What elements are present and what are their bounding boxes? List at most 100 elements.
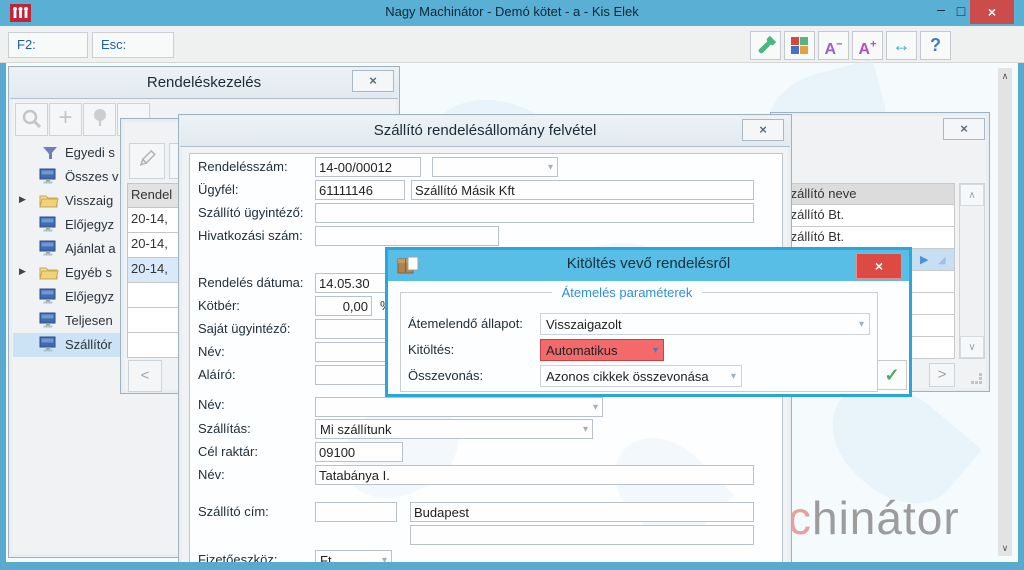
grid-row-selected[interactable]: 20-14,	[127, 258, 182, 283]
dialog-title: Szállító rendelésállomány felvétel	[373, 122, 597, 139]
resize-grip[interactable]	[971, 373, 983, 385]
scroll-up-icon[interactable]: ∧	[998, 68, 1012, 84]
dialog-close-button[interactable]: ×	[742, 119, 784, 141]
resize-button[interactable]: ↔	[886, 31, 917, 60]
allapot-label: Átemelendő állapot:	[408, 316, 523, 331]
side-panel-close-button[interactable]: ×	[943, 118, 985, 140]
szallitas-label: Szállítás:	[198, 421, 251, 436]
panel-close-button[interactable]: ×	[352, 70, 394, 92]
alairo-label: Aláíró:	[198, 367, 236, 382]
szallito-cim-label: Szállító cím:	[198, 504, 269, 519]
main-vertical-scrollbar[interactable]: ∧ ∨	[998, 68, 1012, 556]
folder-icon	[39, 264, 59, 283]
kotber-input[interactable]	[315, 296, 372, 316]
ugyfel-kod-input[interactable]	[315, 180, 405, 200]
grid-row-empty[interactable]	[127, 283, 182, 308]
main-toolbar: F2: Keresés Esc: Kilépés A− A+ ↔ ?	[0, 26, 1024, 76]
search-f2-button[interactable]: F2: Keresés	[8, 32, 88, 76]
font-decrease-button[interactable]: A−	[818, 31, 849, 60]
grid-row[interactable]: 20-14,	[127, 233, 182, 258]
scroll-right-button[interactable]: >	[929, 363, 955, 387]
cel-raktar-label: Cél raktár:	[198, 444, 258, 459]
supplier-column-header[interactable]: Szállító neve	[777, 183, 955, 205]
wrench-icon	[755, 35, 777, 61]
kitoltes-combo[interactable]: Automatikus ▾	[540, 339, 664, 361]
help-icon: ?	[930, 35, 941, 55]
szallitas-combo[interactable]: Mi szállítunk ▾	[315, 419, 593, 439]
edit-button[interactable]	[129, 143, 165, 179]
monitor-icon	[39, 336, 58, 356]
cim-utca-input[interactable]	[410, 525, 754, 545]
panel-tree-button[interactable]	[83, 103, 116, 136]
grid-column-header[interactable]: Rendel	[127, 183, 182, 208]
folder-icon	[39, 192, 59, 211]
scroll-down-icon[interactable]: ∨	[960, 336, 984, 358]
expander-icon[interactable]: ▶	[19, 266, 26, 277]
modules-button[interactable]	[784, 31, 815, 60]
ugyfel-label: Ügyfél:	[198, 182, 239, 197]
chevron-down-icon: ▾	[592, 401, 598, 413]
tiles-icon	[791, 37, 808, 54]
chevron-down-icon: ▾	[730, 370, 736, 382]
scroll-left-button[interactable]: <	[128, 360, 162, 392]
allapot-combo[interactable]: Visszaigazolt ▾	[540, 313, 870, 335]
supplier-row[interactable]: Szállító Bt.	[777, 227, 955, 249]
panel-search-button[interactable]	[15, 103, 48, 136]
title-bar: Nagy Machinátor - Demó kötet - a - Kis E…	[0, 0, 1024, 26]
cim-irsz-input[interactable]	[315, 502, 397, 522]
confirm-button[interactable]: ✓	[877, 360, 907, 390]
scroll-up-icon[interactable]: ∧	[960, 184, 984, 206]
expander-icon[interactable]: ▶	[19, 194, 26, 205]
grid-row-empty[interactable]	[127, 308, 182, 333]
kotber-label: Kötbér:	[198, 298, 240, 313]
szallito-ugyintezo-label: Szállító ügyintéző:	[198, 205, 304, 220]
font-larger-icon: A+	[858, 39, 877, 59]
fill-dialog-title: Kitöltés vevő rendelésről	[566, 255, 731, 272]
nev3-input[interactable]	[315, 465, 754, 485]
hivatkozasi-label: Hivatkozási szám:	[198, 228, 303, 243]
f2-key-label: F2:	[17, 37, 36, 52]
search-icon	[21, 109, 43, 134]
kitoltes-label: Kitöltés:	[408, 342, 455, 357]
cim-varos-input[interactable]	[410, 502, 754, 522]
nev2-combo[interactable]: ▾	[315, 397, 603, 417]
supplier-list-scrollbar[interactable]: ∧ ∨	[959, 183, 985, 359]
cel-raktar-input[interactable]	[315, 442, 403, 462]
window-title: Nagy Machinátor - Demó kötet - a - Kis E…	[385, 4, 639, 19]
play-icon: ▶	[920, 254, 929, 266]
rendelesszam-input[interactable]	[315, 157, 421, 177]
font-smaller-icon: A−	[824, 39, 843, 59]
chevron-down-icon: ▾	[582, 423, 588, 435]
maximize-button[interactable]: □	[952, 3, 970, 19]
rendelesszam-combo[interactable]: ▾	[432, 157, 558, 177]
help-button[interactable]: ?	[920, 31, 951, 60]
panel-header: Rendeléskezelés ×	[10, 68, 398, 99]
application-window: Nagy Machinátor - Demó kötet - a - Kis E…	[0, 0, 1024, 570]
corner-icon: ◢	[938, 255, 946, 266]
font-increase-button[interactable]: A+	[852, 31, 883, 60]
exit-esc-button[interactable]: Esc: Kilépés	[92, 32, 174, 76]
grid-row-empty[interactable]	[127, 333, 182, 358]
fill-dialog-close-button[interactable]: ×	[856, 253, 902, 279]
chevron-down-icon: ▾	[547, 161, 553, 173]
hivatkozasi-input[interactable]	[315, 226, 499, 246]
scroll-down-icon[interactable]: ∨	[998, 540, 1012, 556]
settings-button[interactable]	[750, 31, 781, 60]
osszevonas-combo[interactable]: Azonos cikkek összevonása ▾	[540, 365, 742, 387]
grid-row[interactable]: 20-14,	[127, 208, 182, 233]
osszevonas-label: Összevonás:	[408, 368, 484, 383]
close-button[interactable]: ×	[970, 0, 1014, 24]
fill-order-dialog: Kitöltés vevő rendelésről × Átemelés par…	[385, 247, 912, 397]
machinator-watermark: chinátor	[788, 492, 960, 544]
plus-icon: +	[58, 104, 73, 131]
szallito-ugyintezo-input[interactable]	[315, 203, 754, 223]
nev3-label: Név:	[198, 467, 225, 482]
supplier-row[interactable]: Szállító Bt.	[777, 205, 955, 227]
panel-add-button[interactable]: +	[49, 103, 82, 136]
minimize-button[interactable]: –	[932, 1, 950, 17]
check-icon: ✓	[884, 365, 900, 385]
nev2-label: Név:	[198, 397, 225, 412]
fill-dialog-titlebar: Kitöltés vevő rendelésről ×	[388, 250, 909, 281]
ugyfel-nev-input[interactable]	[411, 180, 754, 200]
datum-label: Rendelés dátuma:	[198, 275, 304, 290]
